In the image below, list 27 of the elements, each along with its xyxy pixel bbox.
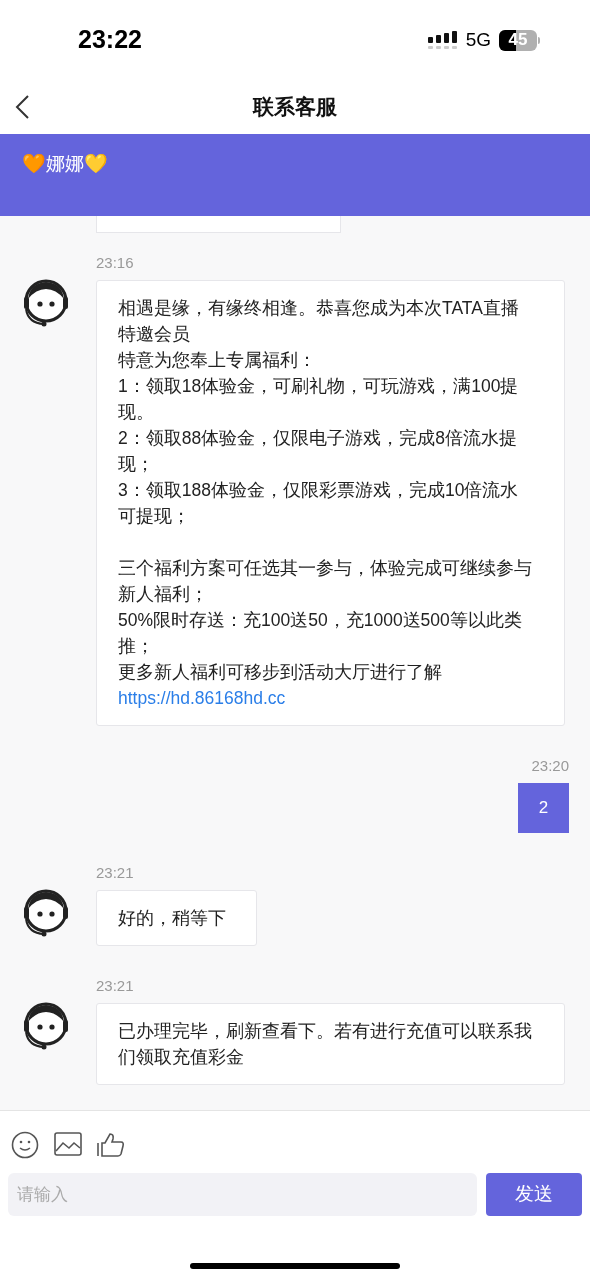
message-bubble: 2	[518, 783, 569, 833]
image-icon[interactable]	[54, 1132, 82, 1158]
message-input[interactable]: 请输入	[8, 1173, 477, 1216]
message-text: 更多新人福利可移步到活动大厅进行了解	[118, 661, 443, 684]
message-text: 已办理完毕，刷新查看下。若有进行充值可以联系我们领取充值彩金	[118, 1020, 533, 1069]
message-text: 1：领取18体验金，可刷礼物，可玩游戏，满100提现。	[118, 375, 520, 424]
message-text: 特意为您奉上专属福利：	[118, 349, 317, 372]
message-time: 23:20	[531, 757, 569, 775]
message-text: 三个福利方案可任选其一参与，体验完成可继续参与新人福利；	[118, 557, 533, 606]
thumbs-up-icon[interactable]	[97, 1132, 125, 1158]
message-time: 23:21	[96, 864, 135, 882]
message-text: 2：领取88体验金，仅限电子游戏，完成8倍流水提现；	[118, 427, 518, 476]
emoji-icon[interactable]	[11, 1131, 39, 1159]
message-time: 23:21	[96, 977, 135, 995]
send-button[interactable]: 发送	[486, 1173, 582, 1216]
message-text: 好的，稍等下	[118, 907, 226, 930]
page-title: 联系客服	[253, 94, 337, 121]
agent-name: 🧡娜娜💛	[22, 153, 108, 174]
network-label: 5G	[465, 27, 491, 52]
message-text: 相遇是缘，有缘终相逢。恭喜您成为本次TATA直播特邀会员	[118, 297, 520, 346]
message-text: 3：领取188体验金，仅限彩票游戏，完成10倍流水可提现；	[118, 479, 520, 528]
message-time: 23:16	[96, 254, 135, 272]
status-time: 23:22	[78, 24, 142, 56]
back-icon[interactable]	[14, 94, 30, 120]
signal-icon	[427, 31, 458, 49]
message-text: 50%限时存送：充100送50，充1000送500等以此类推；	[118, 609, 523, 658]
message-link[interactable]: https://hd.86168hd.cc	[118, 685, 534, 711]
